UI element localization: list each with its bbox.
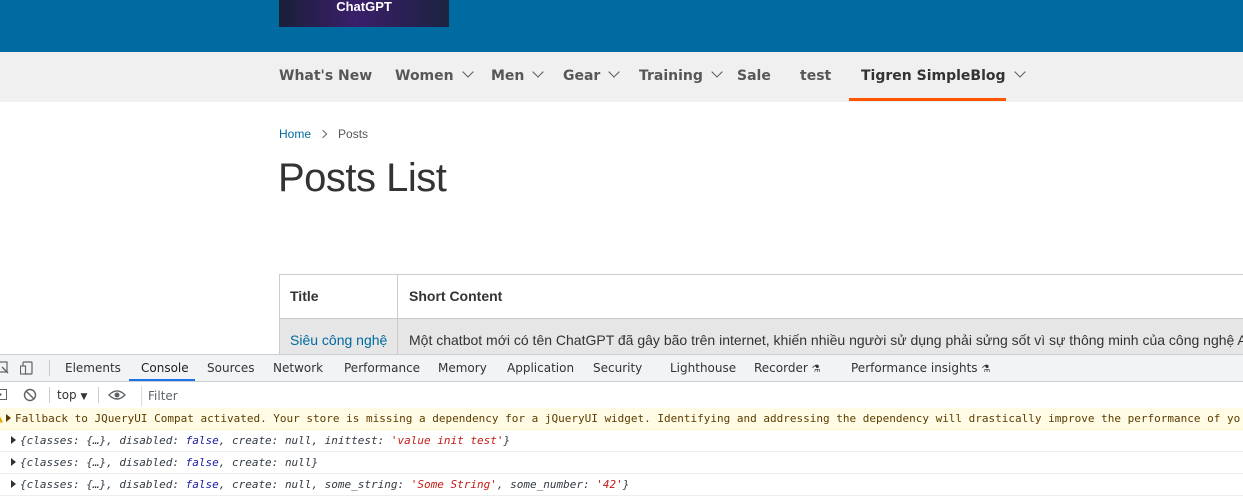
site-header: ChatGPT (0, 0, 1243, 52)
warning-icon: ▲ (0, 414, 3, 425)
tab-performance-insights[interactable]: Performance insights ⚗ (851, 355, 990, 381)
main-navigation: What's New Women Men Gear Training Sale … (0, 52, 1243, 102)
tab-memory[interactable]: Memory (438, 355, 487, 381)
experiment-flask-icon: ⚗ (811, 364, 821, 375)
console-log-entry[interactable]: {classes: {…}, disabled: false, create: … (0, 430, 1243, 452)
expand-triangle-icon[interactable] (11, 458, 16, 466)
log-text: {classes: {…}, disabled: (20, 456, 186, 469)
chevron-down-icon (1013, 66, 1026, 78)
nav-item-women[interactable]: Women (395, 52, 474, 102)
expand-triangle-icon[interactable] (11, 436, 16, 444)
tab-label: Performance insights (851, 361, 978, 375)
log-text: } (622, 478, 630, 491)
warning-text: Fallback to JQueryUI Compat activated. Y… (15, 412, 1241, 425)
log-text: {classes: {…}, disabled: (20, 434, 186, 447)
log-text: {classes: {…}, disabled: (20, 478, 186, 491)
nav-item-label: Tigren SimpleBlog (861, 68, 1006, 84)
log-value: false (185, 434, 219, 447)
column-header-title: Title (279, 275, 398, 318)
device-toolbar-icon[interactable] (20, 360, 36, 376)
chevron-down-icon (461, 66, 474, 78)
chevron-down-icon (711, 66, 723, 78)
log-text: , inittest: (311, 434, 391, 447)
sidebar-toggle-icon[interactable] (0, 389, 8, 401)
log-text: , some_number: (496, 478, 597, 491)
tab-application[interactable]: Application (507, 355, 574, 381)
experiment-flask-icon: ⚗ (981, 364, 991, 375)
nav-item-label: test (800, 68, 832, 84)
console-toolbar: top ▼ (0, 382, 1243, 409)
log-value: null (284, 456, 312, 469)
nav-item-tigren-simpleblog[interactable]: Tigren SimpleBlog (861, 52, 1026, 102)
toolbar-divider (49, 387, 50, 403)
console-filter-input[interactable] (141, 386, 1243, 406)
table-row: Siêu công nghệ Một chatbot mới có tên Ch… (279, 318, 1243, 356)
tab-console[interactable]: Console (141, 355, 189, 381)
nav-item-test[interactable]: test (800, 52, 831, 102)
tab-network[interactable]: Network (273, 355, 323, 381)
context-label: top (57, 388, 77, 402)
chevron-right-icon (318, 129, 328, 139)
logo-text: ChatGPT (336, 0, 392, 14)
nav-item-gear[interactable]: Gear (563, 52, 621, 102)
post-title-link[interactable]: Siêu công nghệ (279, 319, 398, 356)
nav-item-label: Training (639, 68, 703, 84)
log-text: , create: (218, 478, 285, 491)
tab-recorder[interactable]: Recorder ⚗ (754, 355, 821, 381)
tab-performance[interactable]: Performance (344, 355, 420, 381)
log-text: , create: (218, 434, 285, 447)
tab-sources[interactable]: Sources (207, 355, 254, 381)
expand-triangle-icon[interactable] (11, 480, 16, 488)
log-value: false (185, 478, 219, 491)
breadcrumb: Home Posts (279, 127, 368, 141)
console-log-entry[interactable]: {classes: {…}, disabled: false, create: … (0, 452, 1243, 474)
context-selector[interactable]: top ▼ (57, 382, 87, 408)
nav-item-men[interactable]: Men (491, 52, 545, 102)
log-string: 'value init test' (390, 434, 504, 447)
log-text: , create: (218, 456, 285, 469)
breadcrumb-home-link[interactable]: Home (279, 127, 311, 141)
column-header-short-content: Short Content (409, 288, 503, 304)
log-text: } (503, 434, 511, 447)
tab-lighthouse[interactable]: Lighthouse (670, 355, 736, 381)
console-warning-message[interactable]: ▲ Fallback to JQueryUI Compat activated. … (0, 408, 1243, 430)
chevron-down-icon (608, 66, 621, 78)
dropdown-arrow-icon: ▼ (80, 392, 88, 402)
log-string: 'Some String' (410, 478, 497, 491)
nav-item-sale[interactable]: Sale (737, 52, 771, 102)
tab-elements[interactable]: Elements (65, 355, 121, 381)
tab-label: Recorder (754, 361, 808, 375)
clear-console-icon[interactable] (23, 388, 37, 402)
nav-item-label: Sale (737, 68, 771, 84)
nav-item-label: Women (395, 68, 454, 84)
breadcrumb-current: Posts (338, 127, 369, 141)
toolbar-divider (49, 360, 50, 376)
nav-item-whats-new[interactable]: What's New (279, 52, 372, 102)
tab-security[interactable]: Security (593, 355, 642, 381)
log-string: '42' (596, 478, 623, 491)
log-text: , some_string: (311, 478, 411, 491)
log-value: false (185, 456, 219, 469)
eye-icon[interactable] (108, 389, 126, 401)
devtools-panel: Elements Console Sources Network Perform… (0, 354, 1243, 496)
page-title: Posts List (278, 156, 447, 200)
logo-banner[interactable]: ChatGPT (279, 0, 449, 27)
expand-triangle-icon[interactable] (6, 414, 12, 422)
posts-table: Title Short Content Siêu công nghệ Một c… (279, 274, 1243, 356)
devtools-tab-bar: Elements Console Sources Network Perform… (0, 355, 1243, 382)
nav-item-training[interactable]: Training (639, 52, 723, 102)
log-value: null (284, 434, 312, 447)
log-text: } (311, 456, 319, 469)
toolbar-divider (98, 387, 99, 403)
log-value: null (284, 478, 312, 491)
console-log-entry[interactable]: {classes: {…}, disabled: false, create: … (0, 474, 1243, 496)
active-tab-indicator (129, 379, 195, 381)
nav-item-label: What's New (279, 68, 373, 84)
inspect-element-icon[interactable] (0, 361, 10, 375)
chevron-down-icon (532, 66, 545, 78)
nav-active-indicator (849, 98, 1006, 101)
post-short-content: Một chatbot mới có tên ChatGPT đã gây bã… (409, 332, 1243, 348)
nav-item-label: Gear (563, 68, 601, 84)
nav-item-label: Men (491, 68, 525, 84)
